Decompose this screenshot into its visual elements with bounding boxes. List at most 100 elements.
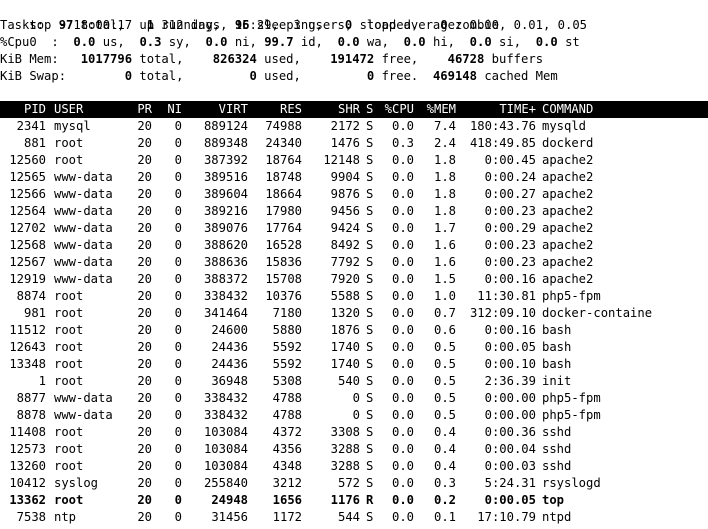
process-row[interactable]: 12702 www-data 20 0 389076 17764 9424 S 0.0 1.7 0:…: [0, 220, 708, 237]
summary-segment: free.: [374, 69, 433, 83]
command-cell: apache2: [542, 255, 594, 269]
cpu-cell: 0.0: [391, 306, 414, 320]
process-row[interactable]: 1 root 20 0 36948 5308 540 S 0.0 0.5 2:36.39 init: [0, 373, 708, 390]
process-row[interactable]: 12564 www-data 20 0 389216 17980 9456 S 0.0 1.8 0:…: [0, 203, 708, 220]
pid-cell: 12919: [9, 272, 46, 286]
pid-cell: 11512: [9, 323, 46, 337]
time-cell: 0:00.16: [484, 323, 536, 337]
time-cell: 0:00.24: [484, 170, 536, 184]
ni-cell: 0: [174, 323, 182, 337]
virt-cell: 389076: [203, 221, 248, 235]
process-row[interactable]: 8878 www-data 20 0 338432 4788 0 S 0.0 0.5 0:00.00…: [0, 407, 708, 424]
mem-cell: 0.7: [433, 306, 456, 320]
user-cell: root: [54, 357, 84, 371]
state-cell: S: [366, 221, 374, 235]
summary-segment: wa,: [359, 35, 404, 49]
process-row[interactable]: 12568 www-data 20 0 388620 16528 8492 S 0.0 1.6 0:…: [0, 237, 708, 254]
time-cell: 5:24.31: [484, 476, 536, 490]
mem-cell: 0.5: [433, 340, 456, 354]
state-cell: S: [366, 357, 374, 371]
user-cell: root: [54, 289, 84, 303]
process-row[interactable]: 12643 root 20 0 24436 5592 1740 S 0.0 0.5 0:00.05 b…: [0, 339, 708, 356]
command-cell: dockerd: [542, 136, 594, 150]
cpu-cell: 0.0: [391, 221, 414, 235]
column-header-command: COMMAND: [542, 102, 594, 116]
state-cell: S: [366, 340, 374, 354]
process-row[interactable]: 12560 root 20 0 387392 18764 12148 S 0.0 1.8 0:00.…: [0, 152, 708, 169]
mem-cell: 0.4: [433, 425, 456, 439]
mem-cell: 0.5: [433, 391, 456, 405]
summary-segment: id,: [293, 35, 338, 49]
summary-segment: 0.0: [403, 35, 426, 49]
time-cell: 418:49.85: [469, 136, 536, 150]
cpu-cell: 0.0: [391, 476, 414, 490]
process-row[interactable]: 981 root 20 0 341464 7180 1320 S 0.0 0.7 312:09.10…: [0, 305, 708, 322]
ni-cell: 0: [174, 255, 182, 269]
process-row[interactable]: 881 root 20 0 889348 24340 1476 S 0.3 2.4 418:49.8…: [0, 135, 708, 152]
process-row[interactable]: 2341 mysql 20 0 889124 74988 2172 S 0.0 7.4 180:43…: [0, 118, 708, 135]
pr-cell: 20: [137, 425, 152, 439]
state-cell: S: [366, 510, 374, 524]
ni-cell: 0: [174, 153, 182, 167]
shr-cell: 1740: [330, 357, 360, 371]
summary-segment: stopped,: [352, 18, 441, 32]
user-cell: www-data: [54, 391, 113, 405]
cpu-cell: 0.0: [391, 374, 414, 388]
state-cell: R: [366, 493, 374, 507]
pr-cell: 20: [137, 493, 152, 507]
shr-cell: 2172: [330, 119, 360, 133]
swap-line: KiB Swap: 0 total, 0 used, 0 free. 46914…: [0, 68, 708, 85]
process-row[interactable]: 12565 www-data 20 0 389516 18748 9904 S 0.0 1.8 0:…: [0, 169, 708, 186]
summary-segment: 0.3: [139, 35, 162, 49]
time-cell: 0:00.00: [484, 408, 536, 422]
time-cell: 0:00.23: [484, 238, 536, 252]
process-row[interactable]: 12919 www-data 20 0 388372 15708 7920 S 0.0 1.5 0:…: [0, 271, 708, 288]
res-cell: 4788: [272, 391, 302, 405]
ni-cell: 0: [174, 425, 182, 439]
ni-cell: 0: [174, 374, 182, 388]
process-row[interactable]: 8874 root 20 0 338432 10376 5588 S 0.0 1.0 11:30.8…: [0, 288, 708, 305]
process-row[interactable]: 13362 root 20 0 24948 1656 1176 R 0.0 0.2 0:00.05 t…: [0, 492, 708, 509]
pr-cell: 20: [137, 340, 152, 354]
mem-cell: 0.5: [433, 408, 456, 422]
process-row[interactable]: 10412 syslog 20 0 255840 3212 572 S 0.0 0.3 5:24.3…: [0, 475, 708, 492]
res-cell: 17764: [265, 221, 302, 235]
summary-segment: 0.0: [337, 35, 360, 49]
column-header-res: RES: [279, 102, 302, 116]
summary-segment: used,: [256, 52, 323, 66]
command-cell: sshd: [542, 459, 572, 473]
process-row[interactable]: 7538 ntp 20 0 31456 1172 544 S 0.0 0.1 17:10.79 ntp…: [0, 509, 708, 526]
process-row[interactable]: 13348 root 20 0 24436 5592 1740 S 0.0 0.5 0:00.10 b…: [0, 356, 708, 373]
user-cell: www-data: [54, 272, 113, 286]
virt-cell: 889348: [203, 136, 248, 150]
column-header-ni: NI: [167, 102, 182, 116]
shr-cell: 1740: [330, 340, 360, 354]
ni-cell: 0: [174, 510, 182, 524]
command-cell: mysqld: [542, 119, 587, 133]
process-row[interactable]: 12573 root 20 0 103084 4356 3288 S 0.0 0.4 0:00.04…: [0, 441, 708, 458]
process-row[interactable]: 13260 root 20 0 103084 4348 3288 S 0.0 0.4 0:00.03…: [0, 458, 708, 475]
ni-cell: 0: [174, 408, 182, 422]
virt-cell: 24600: [211, 323, 248, 337]
ni-cell: 0: [174, 459, 182, 473]
process-row[interactable]: 12567 www-data 20 0 388636 15836 7792 S 0.0 1.6 0:…: [0, 254, 708, 271]
res-cell: 1172: [272, 510, 302, 524]
pid-cell: 12564: [9, 204, 46, 218]
pid-cell: 10412: [9, 476, 46, 490]
ni-cell: 0: [174, 221, 182, 235]
summary-segment: st: [557, 35, 580, 49]
process-row[interactable]: 11408 root 20 0 103084 4372 3308 S 0.0 0.4 0:00.36…: [0, 424, 708, 441]
process-row[interactable]: 8877 www-data 20 0 338432 4788 0 S 0.0 0.5 0:00.00…: [0, 390, 708, 407]
command-cell: rsyslogd: [542, 476, 601, 490]
cpu-cell: 0.3: [391, 136, 414, 150]
terminal-window[interactable]: top - 18:00:17 up 312 days, 15:29, 3 use…: [0, 0, 708, 529]
time-cell: 0:00.27: [484, 187, 536, 201]
virt-cell: 389516: [203, 170, 248, 184]
command-cell: apache2: [542, 272, 594, 286]
virt-cell: 24436: [211, 340, 248, 354]
shr-cell: 0: [352, 391, 360, 405]
process-row[interactable]: 12566 www-data 20 0 389604 18664 9876 S 0.0 1.8 0:…: [0, 186, 708, 203]
process-row[interactable]: 11512 root 20 0 24600 5880 1876 S 0.0 0.6 0:00.16 b…: [0, 322, 708, 339]
summary-segment: 0.0: [469, 35, 492, 49]
cpu-cell: 0.0: [391, 119, 414, 133]
